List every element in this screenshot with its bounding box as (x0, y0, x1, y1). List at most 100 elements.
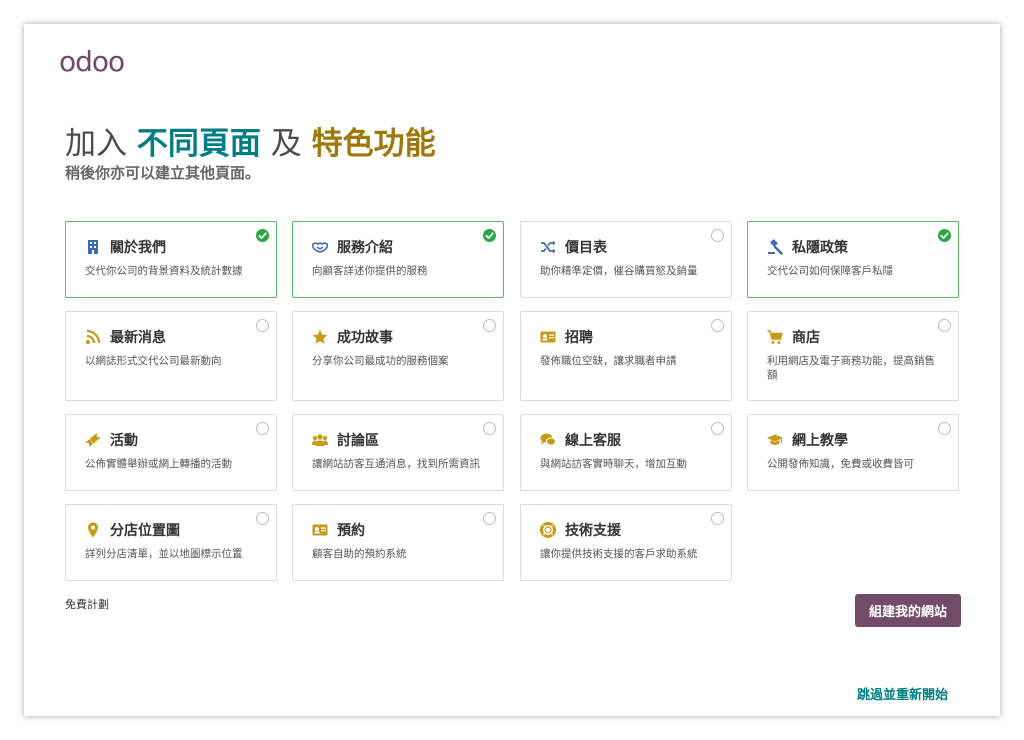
gavel-icon (767, 239, 783, 255)
logo-text: odoo (59, 45, 125, 78)
feature-title: 討論區 (337, 433, 379, 449)
build-website-button[interactable]: 組建我的網站 (855, 594, 961, 627)
unchecked-circle-icon[interactable] (938, 422, 951, 435)
feature-title-row: 服務介紹 (312, 237, 393, 257)
map-marker-icon (85, 522, 101, 538)
feature-description: 顧客自助的預約系統 (312, 548, 407, 560)
feature-card[interactable]: 活動 公佈實體舉辦或網上轉播的活動 (65, 414, 277, 491)
feature-title: 預約 (337, 523, 365, 539)
feature-title: 私隱政策 (792, 240, 848, 256)
feature-card[interactable]: 服務介紹 向顧客詳述你提供的服務 (292, 221, 504, 298)
page-title: 加入 不同頁面 及 特色功能 (65, 118, 436, 163)
unchecked-circle-icon[interactable] (483, 512, 496, 525)
feature-card[interactable]: 線上客服 與網站訪客實時聊天，增加互動 (520, 414, 732, 491)
title-highlight-pages: 不同頁面 (136, 126, 261, 162)
feature-description: 發佈職位空缺，讓求職者申請 (540, 355, 677, 367)
skip-and-restart-link[interactable]: 跳過並重新開始 (857, 684, 948, 703)
feature-title: 分店位置圖 (110, 523, 180, 539)
title-part-2: 及 (270, 126, 302, 162)
feature-description: 向顧客詳述你提供的服務 (312, 265, 428, 277)
page-subtitle: 稍後你亦可以建立其他頁面。 (65, 164, 261, 182)
title-highlight-features: 特色功能 (311, 126, 436, 162)
feature-title: 價目表 (565, 240, 607, 256)
ticket-icon (85, 432, 101, 448)
graduation-cap-icon (767, 432, 783, 448)
odoo-logo: odoo (59, 45, 125, 78)
feature-title: 關於我們 (110, 240, 166, 256)
title-part-1: 加入 (65, 126, 127, 162)
feature-title: 成功故事 (337, 330, 393, 346)
feature-title-row: 分店位置圖 (85, 520, 180, 540)
feature-title-row: 技術支援 (540, 520, 621, 540)
users-icon (312, 432, 328, 448)
rss-icon (85, 329, 101, 345)
feature-card[interactable]: 技術支援 讓你提供技術支援的客戶求助系統 (520, 504, 732, 581)
feature-description: 與網站訪客實時聊天，增加互動 (540, 458, 687, 470)
feature-description: 讓網站訪客互通消息，找到所需資訊 (312, 458, 480, 470)
address-card-icon (312, 522, 328, 538)
feature-card[interactable]: 價目表 助你精準定價，催谷購買慾及銷量 (520, 221, 732, 298)
feature-title-row: 討論區 (312, 430, 379, 450)
unchecked-circle-icon[interactable] (483, 319, 496, 332)
feature-description: 公佈實體舉辦或網上轉播的活動 (85, 458, 232, 470)
feature-description: 公開發佈知識，免費或收費皆可 (767, 458, 914, 470)
feature-card[interactable]: 招聘 發佈職位空缺，讓求職者申請 (520, 311, 732, 401)
feature-title: 活動 (110, 433, 138, 449)
feature-description: 助你精準定價，催谷購買慾及銷量 (540, 265, 698, 277)
building-icon (85, 239, 101, 255)
feature-title-row: 預約 (312, 520, 365, 540)
feature-title: 商店 (792, 330, 820, 346)
unchecked-circle-icon[interactable] (711, 512, 724, 525)
feature-card[interactable]: 最新消息 以網誌形式交代公司最新動向 (65, 311, 277, 401)
shuffle-icon (540, 239, 556, 255)
feature-description: 讓你提供技術支援的客戶求助系統 (540, 548, 698, 560)
id-card-icon (540, 329, 556, 345)
feature-title-row: 線上客服 (540, 430, 621, 450)
check-circle-icon[interactable] (938, 229, 951, 242)
feature-description: 交代公司如何保障客戶私隱 (767, 265, 893, 277)
feature-title-row: 商店 (767, 327, 820, 347)
feature-title: 招聘 (565, 330, 593, 346)
feature-title-row: 成功故事 (312, 327, 393, 347)
star-icon (312, 329, 328, 345)
feature-title-row: 最新消息 (85, 327, 166, 347)
life-ring-icon (540, 522, 556, 538)
unchecked-circle-icon[interactable] (711, 229, 724, 242)
unchecked-circle-icon[interactable] (256, 422, 269, 435)
unchecked-circle-icon[interactable] (711, 422, 724, 435)
feature-card[interactable]: 商店 利用網店及電子商務功能，提高銷售額 (747, 311, 959, 401)
feature-description: 利用網店及電子商務功能，提高銷售額 (767, 355, 935, 381)
feature-card[interactable]: 預約 顧客自助的預約系統 (292, 504, 504, 581)
unchecked-circle-icon[interactable] (711, 319, 724, 332)
free-plan-label: 免費計劃 (65, 598, 109, 611)
feature-title: 網上教學 (792, 433, 848, 449)
feature-description: 分享你公司最成功的服務個案 (312, 355, 449, 367)
feature-card[interactable]: 分店位置圖 詳列分店清單，並以地圖標示位置 (65, 504, 277, 581)
feature-title: 服務介紹 (337, 240, 393, 256)
unchecked-circle-icon[interactable] (938, 319, 951, 332)
unchecked-circle-icon[interactable] (256, 319, 269, 332)
check-circle-icon[interactable] (256, 229, 269, 242)
feature-card[interactable]: 關於我們 交代你公司的背景資料及統計數據 (65, 221, 277, 298)
check-circle-icon[interactable] (483, 229, 496, 242)
feature-title-row: 招聘 (540, 327, 593, 347)
feature-description: 詳列分店清單，並以地圖標示位置 (85, 548, 243, 560)
unchecked-circle-icon[interactable] (483, 422, 496, 435)
feature-title: 線上客服 (565, 433, 621, 449)
feature-description: 交代你公司的背景資料及統計數據 (85, 265, 243, 277)
feature-title: 最新消息 (110, 330, 166, 346)
unchecked-circle-icon[interactable] (256, 512, 269, 525)
feature-title-row: 價目表 (540, 237, 607, 257)
feature-card[interactable]: 成功故事 分享你公司最成功的服務個案 (292, 311, 504, 401)
feature-card[interactable]: 私隱政策 交代公司如何保障客戶私隱 (747, 221, 959, 298)
feature-title: 技術支援 (565, 523, 621, 539)
cart-icon (767, 329, 783, 345)
handshake-icon (312, 239, 328, 255)
feature-title-row: 私隱政策 (767, 237, 848, 257)
feature-title-row: 網上教學 (767, 430, 848, 450)
feature-card[interactable]: 討論區 讓網站訪客互通消息，找到所需資訊 (292, 414, 504, 491)
feature-card[interactable]: 網上教學 公開發佈知識，免費或收費皆可 (747, 414, 959, 491)
feature-title-row: 關於我們 (85, 237, 166, 257)
comments-icon (540, 432, 556, 448)
feature-description: 以網誌形式交代公司最新動向 (85, 355, 222, 367)
